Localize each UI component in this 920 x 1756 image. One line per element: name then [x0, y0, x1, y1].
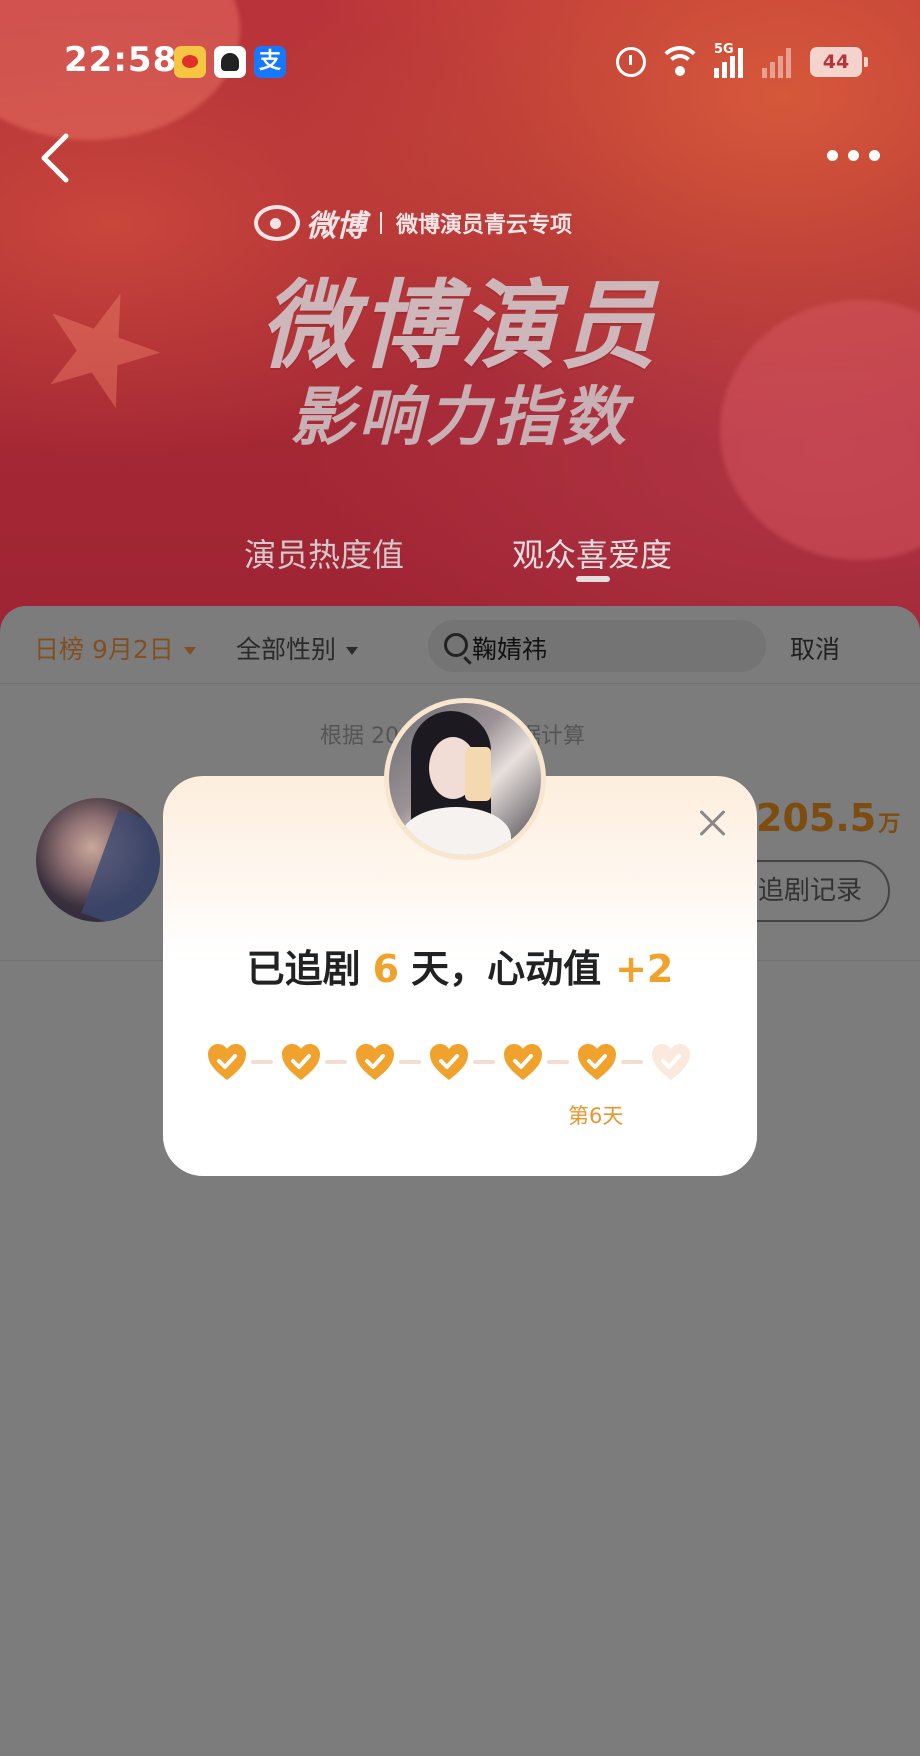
- close-icon[interactable]: [696, 806, 730, 840]
- streak-prefix: 已追剧: [246, 947, 361, 991]
- streak-message: 已追剧 6 天，心动值 +2: [163, 938, 757, 993]
- heart-unchecked-icon: [650, 1042, 692, 1082]
- github-icon: [214, 46, 246, 78]
- score-unit: 万: [878, 812, 901, 837]
- alipay-icon: 支: [254, 46, 286, 78]
- heart-checked-icon: [354, 1042, 396, 1082]
- streak-connector: [399, 1060, 421, 1064]
- streak-connector: [473, 1060, 495, 1064]
- streak-hearts: [206, 1042, 706, 1082]
- search-input[interactable]: 鞠婧祎: [428, 620, 766, 672]
- streak-connector: [251, 1060, 273, 1064]
- status-bar: 22:58 支 5G 44: [0, 0, 920, 120]
- page-subtitle: 影响力指数: [290, 381, 630, 455]
- brand-divider: [380, 212, 382, 234]
- brand-subtitle: 微博演员青云专项: [396, 212, 573, 238]
- cancel-button[interactable]: 取消: [790, 630, 840, 666]
- date-filter-label: 日榜 9月2日: [34, 635, 174, 664]
- date-filter-dropdown[interactable]: 日榜 9月2日: [34, 630, 196, 666]
- signal-icon: 5G: [714, 42, 748, 78]
- weibo-logo-icon: [254, 205, 300, 241]
- weibo-icon: [174, 46, 206, 78]
- popup-avatar: [384, 698, 546, 860]
- streak-mid: 天，心动值: [411, 947, 602, 991]
- tab-bar: 演员热度值 观众喜爱度: [0, 530, 920, 580]
- heart-checked-icon: [576, 1042, 618, 1082]
- back-button[interactable]: [36, 130, 76, 186]
- status-time: 22:58: [64, 40, 178, 80]
- more-options-button[interactable]: [827, 150, 880, 161]
- caret-down-icon: [346, 647, 359, 655]
- search-value: 鞠婧祎: [472, 635, 548, 664]
- search-icon: [444, 633, 468, 657]
- streak-connector: [621, 1060, 643, 1064]
- caret-down-icon: [183, 647, 196, 655]
- heart-checked-icon: [280, 1042, 322, 1082]
- streak-days: 6: [372, 947, 400, 991]
- alarm-icon: [616, 47, 646, 77]
- gender-filter-label: 全部性别: [236, 635, 337, 664]
- brand-name: 微博: [306, 209, 366, 244]
- heart-checked-icon: [428, 1042, 470, 1082]
- current-day-label: 第6天: [568, 1104, 624, 1128]
- signal-secondary-icon: [762, 46, 796, 78]
- heart-checked-icon: [206, 1042, 248, 1082]
- streak-connector: [547, 1060, 569, 1064]
- tab-actor-heat[interactable]: 演员热度值: [244, 530, 404, 576]
- heart-checked-icon: [502, 1042, 544, 1082]
- streak-plus: +2: [615, 947, 674, 991]
- signal-label: 5G: [714, 42, 734, 57]
- score-number: 205.5: [756, 796, 877, 840]
- active-tab-indicator: [576, 576, 610, 582]
- streak-connector: [325, 1060, 347, 1064]
- gender-filter-dropdown[interactable]: 全部性别: [236, 630, 359, 666]
- brand-row: 微博 微博演员青云专项: [254, 202, 572, 244]
- avatar[interactable]: [36, 798, 160, 922]
- wifi-icon: [660, 46, 700, 78]
- calc-note-head: 根据 20: [320, 724, 399, 749]
- score-value: 205.5万: [756, 796, 900, 840]
- filter-bar: 日榜 9月2日 全部性别 鞠婧祎 取消: [0, 606, 920, 684]
- hero-banner: 22:58 支 5G 44 微博 微博演员青云专项 微博演员 影响力指数 演员热…: [0, 0, 920, 640]
- tab-audience-love[interactable]: 观众喜爱度: [512, 530, 672, 576]
- chevron-left-icon: [41, 133, 69, 183]
- battery-icon: 44: [810, 47, 868, 77]
- more-dot-icon: [827, 150, 838, 161]
